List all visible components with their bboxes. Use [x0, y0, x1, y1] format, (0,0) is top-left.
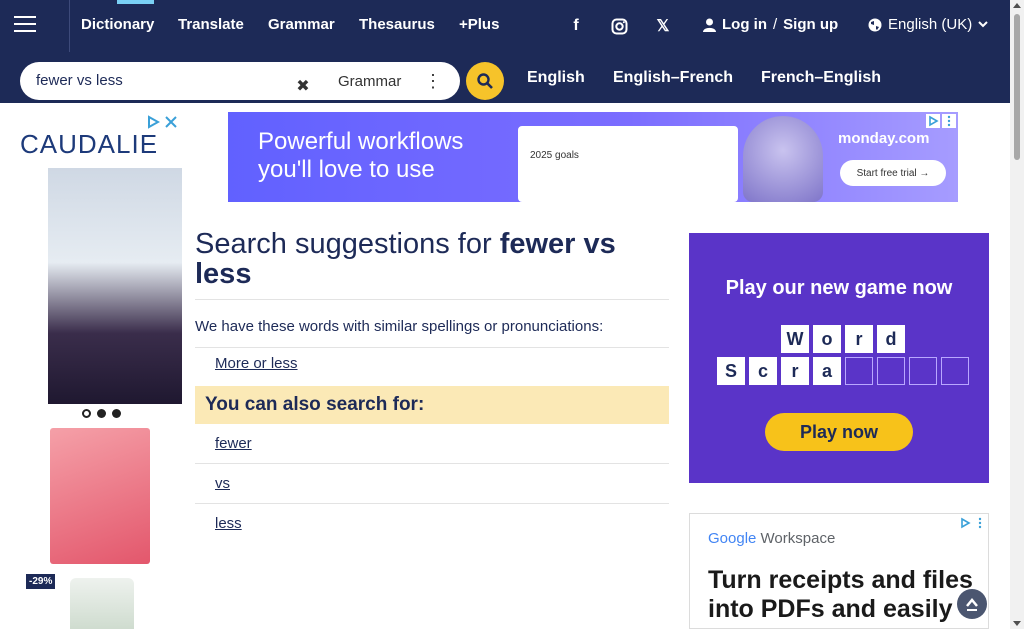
- letter-tile: d: [877, 325, 905, 353]
- gift-set-image: [50, 428, 150, 564]
- clear-search-icon[interactable]: ✖: [290, 74, 316, 98]
- chevron-down-icon: [978, 21, 988, 28]
- also-search-row: less: [195, 504, 669, 544]
- google-wordmark: Google: [708, 530, 757, 547]
- back-to-top-button[interactable]: [957, 589, 987, 619]
- more-options-icon: ⋮: [424, 71, 442, 91]
- start-trial-button[interactable]: Start free trial →: [840, 160, 946, 186]
- dictionary-select-value: Grammar: [338, 72, 402, 90]
- hamburger-icon[interactable]: [14, 16, 36, 34]
- nav-dictionary[interactable]: Dictionary: [81, 0, 155, 33]
- workspace-ad-line1: Turn receipts and files: [708, 566, 973, 594]
- letter-tiles: W o r d S c r a: [717, 325, 969, 389]
- main-content: Search suggestions for fewer vs less We …: [195, 229, 669, 544]
- banner-headline: Powerful workflows you'll love to use: [258, 128, 463, 184]
- nav-translate[interactable]: Translate: [178, 16, 244, 33]
- ad-choices-icon[interactable]: [146, 115, 160, 129]
- search-button[interactable]: [466, 62, 504, 100]
- alpaca-mascot: [743, 116, 823, 202]
- also-search-link[interactable]: vs: [215, 475, 230, 492]
- banner-headline-line1: Powerful workflows: [258, 128, 464, 155]
- empty-tile: [877, 357, 905, 385]
- x-glyph: 𝕏: [656, 18, 670, 35]
- ad-choices-icon[interactable]: [958, 516, 972, 530]
- tab-english-french[interactable]: English–French: [613, 69, 733, 87]
- arrow-up-icon: [966, 598, 978, 611]
- suggestions-intro: We have these words with similar spellin…: [195, 318, 669, 348]
- user-icon: [703, 18, 716, 32]
- top-nav-bar: Dictionary Translate Grammar Thesaurus +…: [0, 0, 1010, 52]
- search-box: ✖ Grammar ⋮: [20, 62, 460, 100]
- carousel-dots[interactable]: [82, 409, 121, 418]
- letter-tile: S: [717, 357, 745, 385]
- letter-tile: c: [749, 357, 777, 385]
- signup-link[interactable]: Sign up: [783, 16, 838, 33]
- google-workspace-ad[interactable]: Google Workspace Turn receipts and files…: [689, 513, 989, 629]
- page-title: Search suggestions for fewer vs less: [195, 229, 669, 300]
- top-banner-ad[interactable]: Powerful workflows you'll love to use 20…: [228, 112, 958, 202]
- product-photo: [48, 168, 182, 404]
- letter-tile: a: [813, 357, 841, 385]
- auth-separator: /: [773, 16, 778, 33]
- left-sidebar-ad[interactable]: CAUDALIE -29%: [18, 111, 182, 629]
- dictionary-select[interactable]: Grammar ⋮: [318, 66, 458, 96]
- language-selector[interactable]: English (UK): [868, 16, 988, 33]
- scroll-down-arrow[interactable]: [1013, 621, 1021, 626]
- ad-menu-icon[interactable]: [942, 114, 956, 128]
- letter-tile: r: [781, 357, 809, 385]
- suggestion-link[interactable]: More or less: [215, 355, 669, 380]
- game-ad-title: Play our new game now: [725, 277, 953, 299]
- empty-tile: [909, 357, 937, 385]
- letter-tile: o: [813, 325, 841, 353]
- workspace-wordmark: Workspace: [760, 530, 836, 547]
- empty-tile: [845, 357, 873, 385]
- nav-thesaurus[interactable]: Thesaurus: [359, 16, 435, 33]
- ad-choices-icon[interactable]: [926, 114, 940, 128]
- banner-headline-line2: you'll love to use: [258, 156, 435, 183]
- search-icon: [477, 73, 493, 89]
- globe-icon: [868, 18, 882, 31]
- page-scrollbar[interactable]: [1010, 0, 1024, 629]
- mock-goal-label: 2025 goals: [530, 150, 579, 161]
- board-mockup: 2025 goals: [518, 126, 738, 202]
- page-title-prefix: Search suggestions for: [195, 228, 492, 260]
- tab-french-english[interactable]: French–English: [761, 69, 881, 87]
- workspace-ad-text: Turn receipts and files into PDFs and ea…: [708, 566, 973, 624]
- x-twitter-icon[interactable]: 𝕏: [652, 16, 674, 36]
- facebook-icon[interactable]: f: [565, 16, 587, 36]
- login-link[interactable]: Log in: [722, 16, 767, 33]
- search-input[interactable]: [36, 72, 296, 89]
- word-game-ad[interactable]: Play our new game now W o r d S c r a Pl…: [689, 233, 989, 483]
- close-ad-icon[interactable]: [164, 115, 178, 129]
- google-workspace-logo: Google Workspace: [708, 530, 835, 547]
- also-search-link[interactable]: less: [215, 515, 242, 532]
- language-label: English (UK): [888, 16, 973, 33]
- nav-divider: [69, 0, 70, 52]
- play-now-button[interactable]: Play now: [765, 413, 913, 451]
- discount-badge: -29%: [26, 574, 56, 589]
- instagram-glyph: [611, 18, 627, 34]
- nav-plus[interactable]: +Plus: [459, 16, 499, 33]
- auth-links: Log in / Sign up: [703, 16, 838, 33]
- empty-tile: [941, 357, 969, 385]
- also-search-row: fewer: [195, 424, 669, 464]
- nav-grammar[interactable]: Grammar: [268, 16, 335, 33]
- bottles-image: [70, 578, 134, 629]
- instagram-icon[interactable]: [608, 16, 630, 36]
- facebook-glyph: f: [573, 17, 579, 34]
- scroll-up-arrow[interactable]: [1013, 3, 1021, 8]
- ad-menu-icon[interactable]: [974, 516, 986, 530]
- letter-tile: W: [781, 325, 809, 353]
- caudalie-logo: CAUDALIE: [20, 129, 159, 159]
- monday-logo: monday.com: [838, 130, 930, 147]
- also-search-row: vs: [195, 464, 669, 504]
- tab-english[interactable]: English: [527, 69, 585, 87]
- search-bar: ✖ Grammar ⋮ English English–French Frenc…: [0, 52, 1010, 103]
- letter-tile: r: [845, 325, 873, 353]
- workspace-ad-line2: into PDFs and easily: [708, 595, 953, 623]
- also-search-heading: You can also search for:: [195, 386, 669, 424]
- also-search-link[interactable]: fewer: [215, 435, 252, 452]
- scroll-thumb[interactable]: [1014, 14, 1020, 160]
